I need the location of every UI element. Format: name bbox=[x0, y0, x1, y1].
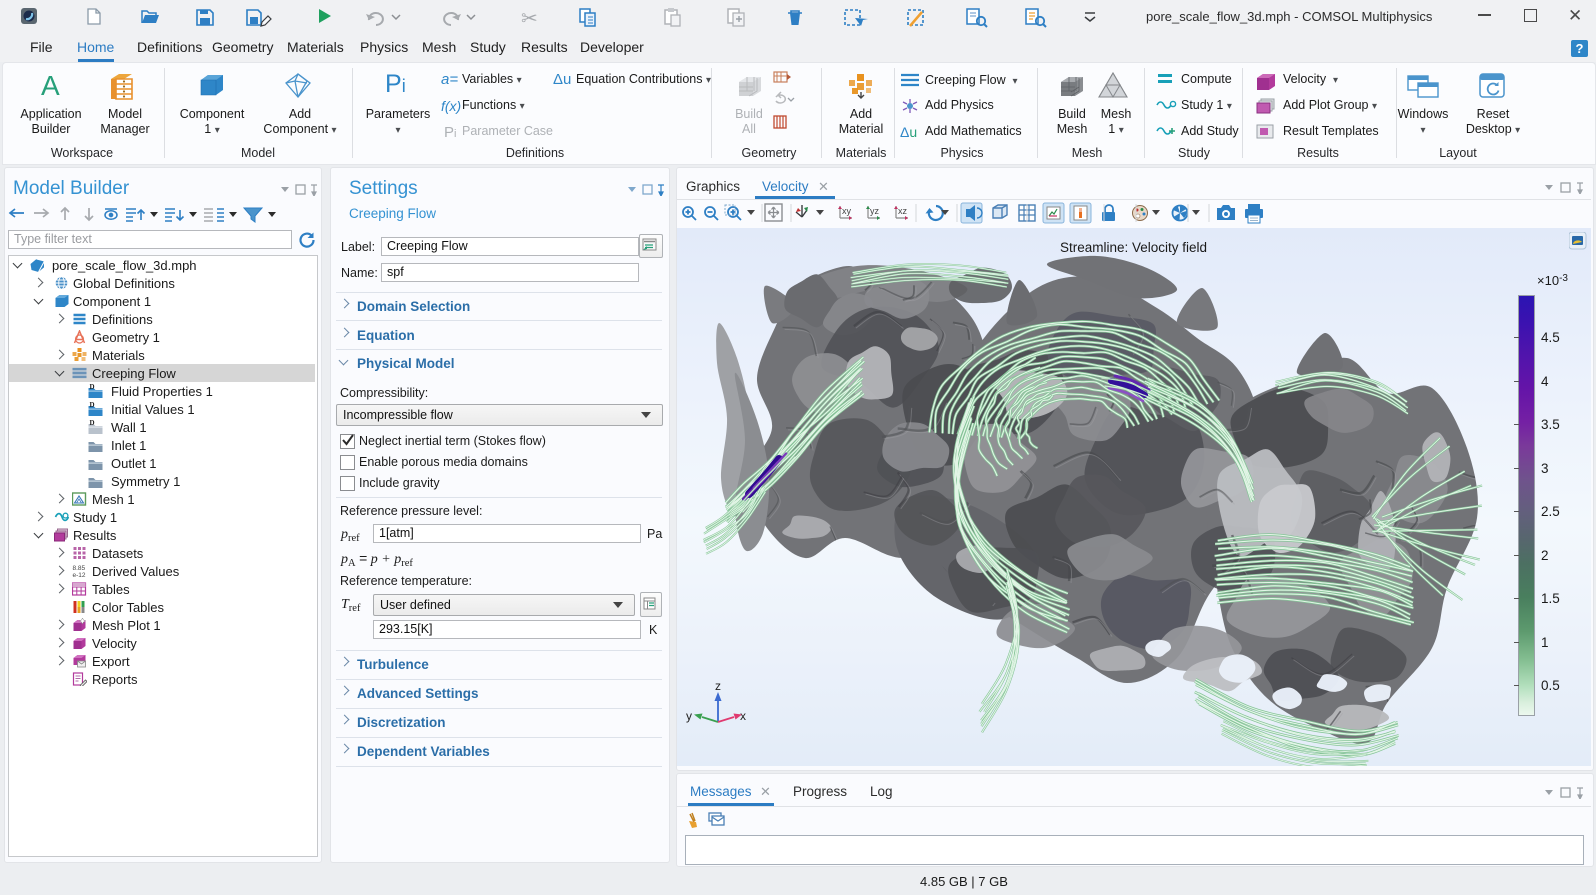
svg-text:xy: xy bbox=[842, 206, 852, 216]
svg-text:z: z bbox=[715, 679, 721, 693]
svg-text:y: y bbox=[686, 709, 692, 723]
svg-text:D: D bbox=[90, 384, 95, 391]
svg-text:x: x bbox=[740, 709, 746, 723]
svg-text:D: D bbox=[90, 402, 95, 409]
svg-text:xz: xz bbox=[898, 206, 908, 216]
svg-text:e-12: e-12 bbox=[73, 572, 86, 578]
svg-text:D: D bbox=[90, 420, 95, 427]
svg-text:✂: ✂ bbox=[521, 8, 538, 30]
svg-text:yz: yz bbox=[870, 206, 880, 216]
svg-text:8.85: 8.85 bbox=[73, 565, 86, 572]
